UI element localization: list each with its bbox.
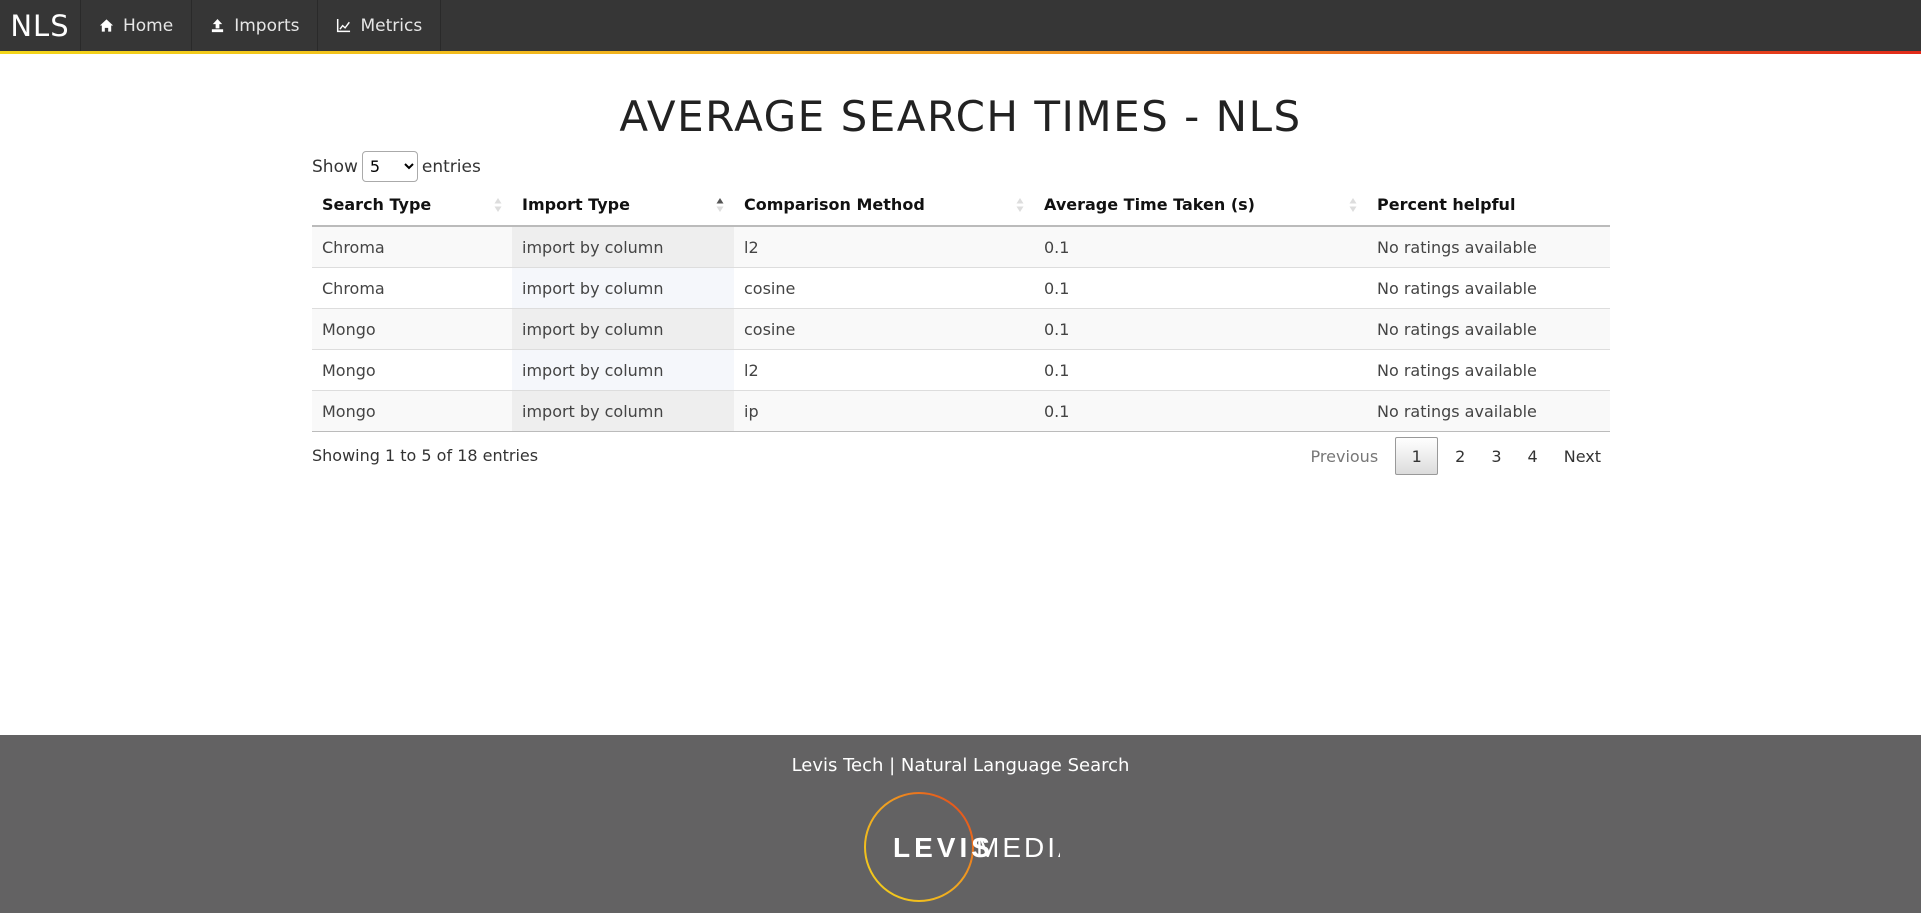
cell-import-type: import by column — [512, 225, 734, 268]
table-header-row: Search Type Import Type Comparison Metho… — [312, 184, 1610, 227]
page-title: AVERAGE SEARCH TIMES - NLS — [619, 92, 1302, 141]
column-header-average-time[interactable]: Average Time Taken (s) — [1034, 184, 1367, 227]
cell-average-time: 0.1 — [1034, 349, 1367, 391]
cell-search-type: Mongo — [312, 308, 512, 350]
nav-item-imports[interactable]: Imports — [192, 0, 319, 51]
cell-comparison-method: cosine — [734, 267, 1034, 309]
nav-item-home[interactable]: Home — [81, 0, 193, 51]
brand-logo[interactable]: NLS — [0, 0, 81, 51]
page-button-3[interactable]: 3 — [1482, 437, 1510, 475]
cell-average-time: 0.1 — [1034, 267, 1367, 309]
cell-import-type: import by column — [512, 267, 734, 309]
footer-text: Levis Tech | Natural Language Search — [791, 755, 1130, 776]
next-page-button[interactable]: Next — [1555, 437, 1610, 475]
cell-percent-helpful: No ratings available — [1367, 390, 1610, 432]
column-header-label: Search Type — [322, 195, 432, 214]
table-row: Chroma import by column cosine 0.1 No ra… — [312, 267, 1610, 309]
column-header-label: Comparison Method — [744, 195, 925, 214]
upload-icon — [212, 18, 224, 33]
page-button-1[interactable]: 1 — [1395, 437, 1439, 475]
home-icon — [99, 19, 114, 32]
sort-ascending-icon — [716, 198, 724, 212]
column-header-label: Import Type — [522, 195, 630, 214]
pagination: Previous 1 2 3 4 Next — [1302, 437, 1610, 475]
nav-item-label: Metrics — [360, 15, 423, 36]
table-row: Mongo import by column l2 0.1 No ratings… — [312, 349, 1610, 391]
page-button-2[interactable]: 2 — [1446, 437, 1474, 475]
logo-text-light: MEDIA — [976, 832, 1060, 863]
levis-media-logo: LEVIS MEDIA — [864, 792, 1060, 902]
nav-item-label: Home — [123, 15, 174, 36]
cell-import-type: import by column — [512, 308, 734, 350]
cell-percent-helpful: No ratings available — [1367, 308, 1610, 350]
table-row: Mongo import by column ip 0.1 No ratings… — [312, 390, 1610, 432]
column-header-import-type[interactable]: Import Type — [512, 184, 734, 227]
search-times-table: Search Type Import Type Comparison Metho… — [312, 184, 1610, 432]
nav-item-label: Imports — [234, 15, 300, 36]
entries-label: entries — [421, 156, 481, 177]
column-header-label: Percent helpful — [1377, 195, 1516, 214]
cell-comparison-method: l2 — [734, 225, 1034, 268]
sort-both-icon — [1349, 198, 1357, 212]
table-info: Showing 1 to 5 of 18 entries — [312, 446, 539, 465]
line-chart-icon — [337, 18, 351, 33]
sort-both-icon — [1016, 198, 1024, 212]
show-label: Show — [312, 156, 358, 177]
cell-average-time: 0.1 — [1034, 225, 1367, 268]
cell-comparison-method: l2 — [734, 349, 1034, 391]
cell-search-type: Mongo — [312, 349, 512, 391]
cell-percent-helpful: No ratings available — [1367, 349, 1610, 391]
cell-search-type: Chroma — [312, 267, 512, 309]
column-header-search-type[interactable]: Search Type — [312, 184, 512, 227]
previous-page-button[interactable]: Previous — [1302, 437, 1388, 475]
table-row: Chroma import by column l2 0.1 No rating… — [312, 225, 1610, 268]
page-button-4[interactable]: 4 — [1519, 437, 1547, 475]
cell-search-type: Mongo — [312, 390, 512, 432]
top-navbar: NLS Home Imports Metrics — [0, 0, 1921, 51]
cell-percent-helpful: No ratings available — [1367, 225, 1610, 268]
cell-average-time: 0.1 — [1034, 390, 1367, 432]
cell-import-type: import by column — [512, 349, 734, 391]
cell-search-type: Chroma — [312, 225, 512, 268]
cell-percent-helpful: No ratings available — [1367, 267, 1610, 309]
cell-comparison-method: cosine — [734, 308, 1034, 350]
page-size-select[interactable]: 5 — [361, 151, 418, 182]
column-header-comparison-method[interactable]: Comparison Method — [734, 184, 1034, 227]
sort-both-icon — [494, 198, 502, 212]
nav-item-metrics[interactable]: Metrics — [318, 0, 442, 51]
table-row: Mongo import by column cosine 0.1 No rat… — [312, 308, 1610, 350]
column-header-label: Average Time Taken (s) — [1044, 195, 1255, 214]
cell-import-type: import by column — [512, 390, 734, 432]
column-header-percent-helpful: Percent helpful — [1367, 184, 1610, 227]
cell-comparison-method: ip — [734, 390, 1034, 432]
cell-average-time: 0.1 — [1034, 308, 1367, 350]
page-size-control: Show 5 entries — [312, 151, 481, 182]
navbar-accent-bar — [0, 51, 1921, 54]
